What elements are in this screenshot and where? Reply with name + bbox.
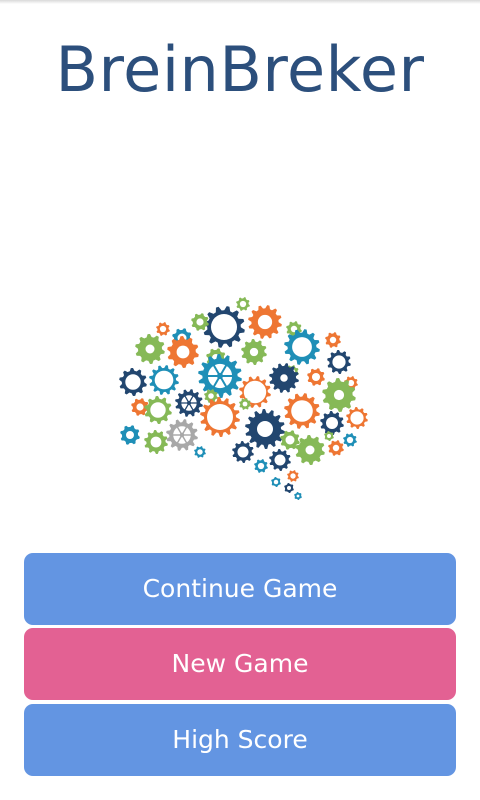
gear-icon — [346, 407, 368, 429]
gear-icon — [327, 350, 351, 374]
gear-icon — [271, 477, 281, 487]
gear-icon — [144, 430, 168, 454]
gear-icon — [269, 363, 299, 393]
gear-icon — [284, 483, 294, 493]
gear-icon — [325, 332, 341, 348]
gear-icon — [156, 322, 170, 336]
gear-icon — [203, 306, 245, 348]
gear-icon — [294, 492, 302, 500]
gear-icon — [135, 334, 165, 364]
brain-gears-icon — [119, 297, 368, 500]
gear-icon — [175, 389, 203, 417]
gear-icon — [320, 411, 344, 435]
gear-icon — [149, 365, 179, 395]
gear-icon — [200, 397, 240, 437]
continue-game-button[interactable]: Continue Game — [24, 553, 456, 625]
gear-icon — [245, 409, 285, 449]
gear-icon — [287, 470, 299, 482]
gear-icon — [120, 425, 140, 445]
high-score-button[interactable]: High Score — [24, 704, 456, 776]
gear-icon — [236, 297, 250, 311]
gear-icon — [232, 441, 254, 463]
gear-icon — [167, 336, 199, 368]
gear-icon — [198, 354, 242, 398]
gear-icon — [144, 396, 172, 424]
new-game-button[interactable]: New Game — [24, 628, 456, 700]
gear-icon — [328, 440, 344, 456]
gear-icon — [191, 313, 209, 331]
app-title: BreinBreker — [55, 33, 425, 106]
gear-icon — [343, 433, 357, 447]
gear-icon — [119, 368, 147, 396]
gear-icon — [307, 368, 325, 386]
gear-icon — [166, 419, 198, 451]
gear-icon — [254, 459, 268, 473]
gear-icon — [269, 449, 291, 471]
status-bar-shadow — [0, 0, 480, 4]
gear-icon — [248, 305, 282, 339]
gear-icon — [295, 435, 325, 465]
gear-icon — [241, 339, 267, 365]
gear-icon — [284, 329, 320, 365]
gear-icon — [284, 393, 320, 429]
gear-icon — [194, 446, 206, 458]
